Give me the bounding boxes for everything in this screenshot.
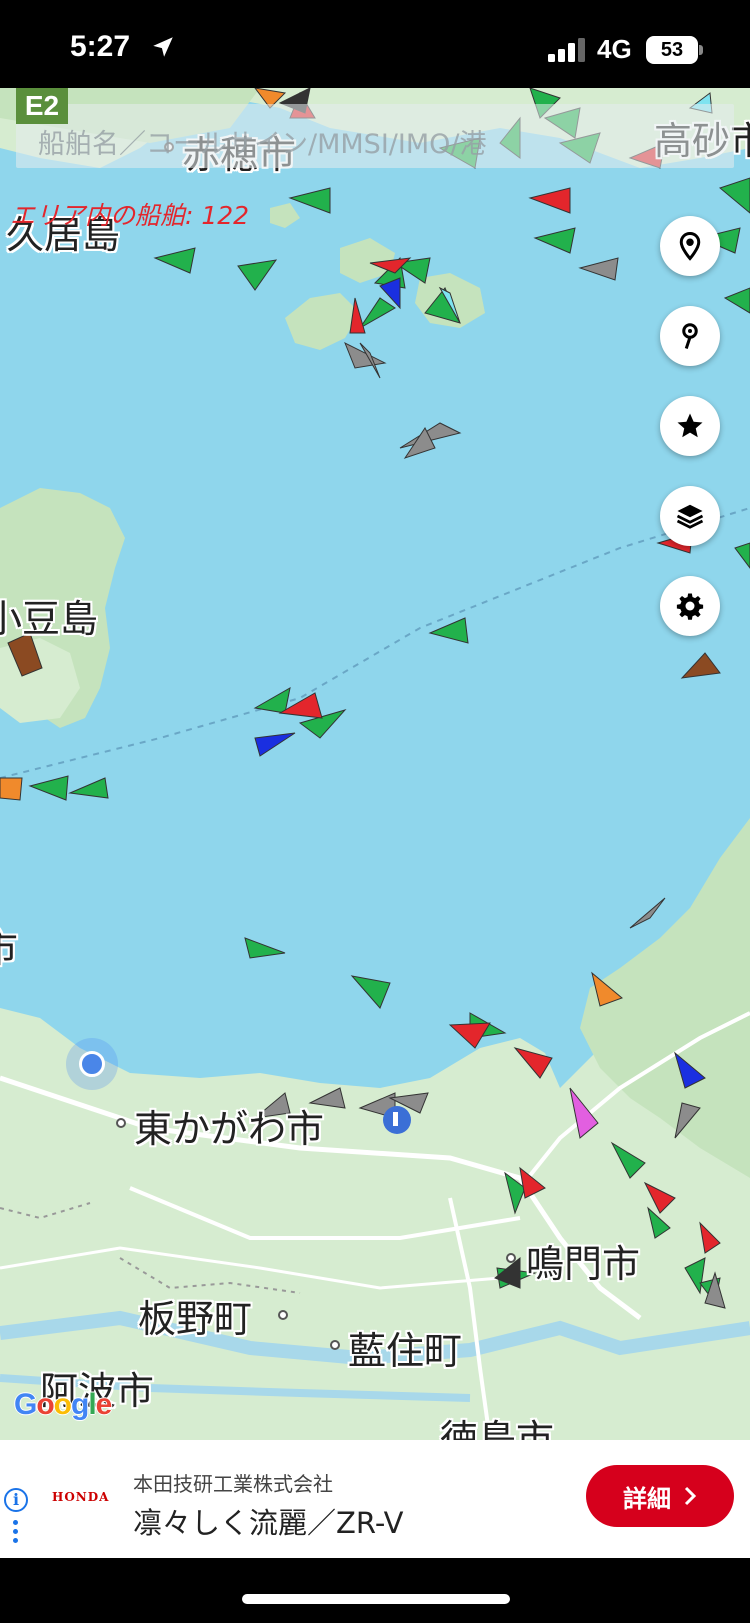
ship-marker [350, 975, 391, 1009]
ad-company: 本田技研工業株式会社 [133, 1472, 333, 1496]
map-view[interactable]: 赤穂市 高砂市 久居島 小豆島 市 東かがわ市 鳴門市 板野町 藍住町 阿波市 … [0, 88, 750, 1440]
battery-level: 53 [660, 39, 684, 61]
gear-icon [676, 593, 704, 620]
ship-marker [28, 775, 69, 801]
drop-pin-icon [682, 323, 698, 349]
ship-marker [578, 257, 619, 281]
ship-marker [349, 297, 366, 334]
map-pin-icon [679, 231, 701, 261]
ad-menu-icon[interactable] [13, 1520, 19, 1546]
ship-marker [68, 777, 109, 799]
signal-icon [548, 38, 585, 62]
bottom-bar [0, 1558, 750, 1623]
ad-details-button[interactable]: 詳細 [586, 1465, 734, 1527]
place-higashikagawa: 東かがわ市 [134, 1107, 325, 1151]
place-shodoshima: 小豆島 [0, 597, 99, 641]
higashikagawa-dot [116, 1118, 126, 1128]
location-button[interactable] [660, 216, 720, 276]
itano-dot [278, 1310, 288, 1320]
search-bar[interactable]: 船舶名／コールサイン/MMSI/IMO/港 [16, 104, 734, 168]
ship-marker [718, 177, 750, 214]
favorites-button[interactable] [660, 396, 720, 456]
status-bar: 5:27 4G 53 [0, 0, 750, 88]
ship-marker [237, 259, 278, 291]
ship-marker [734, 542, 750, 569]
ship-marker [344, 341, 387, 369]
star-icon [677, 413, 703, 438]
ad-title: 凛々しく流麗／ZR-V [133, 1506, 404, 1540]
place-left-edge: 市 [0, 918, 18, 973]
location-arrow-icon [153, 37, 173, 57]
layers-icon [676, 504, 704, 529]
ship-marker [254, 732, 296, 757]
aizumi-dot [330, 1340, 340, 1350]
ship-marker [288, 187, 331, 214]
naruto-dot [506, 1253, 516, 1263]
ad-info-icon[interactable]: i [4, 1488, 28, 1512]
ship-marker [680, 652, 721, 679]
place-itano: 板野町 [138, 1297, 253, 1341]
battery-nub [699, 45, 703, 55]
status-time: 5:27 [70, 30, 131, 63]
google-logo: Google [14, 1388, 112, 1421]
ad-logo: HONDA [52, 1490, 110, 1504]
chevron-right-icon [684, 1486, 697, 1506]
ship-marker [253, 687, 291, 714]
network-type: 4G [597, 34, 632, 64]
ship-marker [428, 617, 469, 644]
place-aizumi: 藍住町 [348, 1329, 463, 1373]
user-location-dot [79, 1051, 105, 1077]
ship-marker [723, 287, 750, 314]
ship-marker [528, 187, 571, 214]
ad-banner[interactable]: i HONDA 本田技研工業株式会社 凛々しく流麗／ZR-V 詳細 [0, 1440, 750, 1558]
settings-button[interactable] [660, 576, 720, 636]
user-location-marker [66, 1038, 118, 1090]
place-naruto: 鳴門市 [526, 1242, 641, 1286]
search-input[interactable]: 船舶名／コールサイン/MMSI/IMO/港 [38, 122, 487, 161]
ship-marker [629, 897, 666, 929]
drop-pin-button[interactable] [660, 306, 720, 366]
vessel-count: エリア内の船舶: 122 [10, 201, 250, 230]
place-tokushima: 徳島市 [440, 1417, 555, 1440]
ship-marker [244, 937, 286, 959]
ship-marker [533, 227, 576, 254]
ship-marker [153, 247, 196, 274]
ship-marker [359, 297, 396, 329]
battery-icon: 53 [646, 36, 698, 64]
layers-button[interactable] [660, 486, 720, 546]
ship-marker [0, 777, 23, 801]
ad-details-label: 詳細 [623, 1484, 671, 1513]
zone-badge: E2 [16, 88, 68, 124]
home-indicator[interactable] [242, 1594, 510, 1604]
